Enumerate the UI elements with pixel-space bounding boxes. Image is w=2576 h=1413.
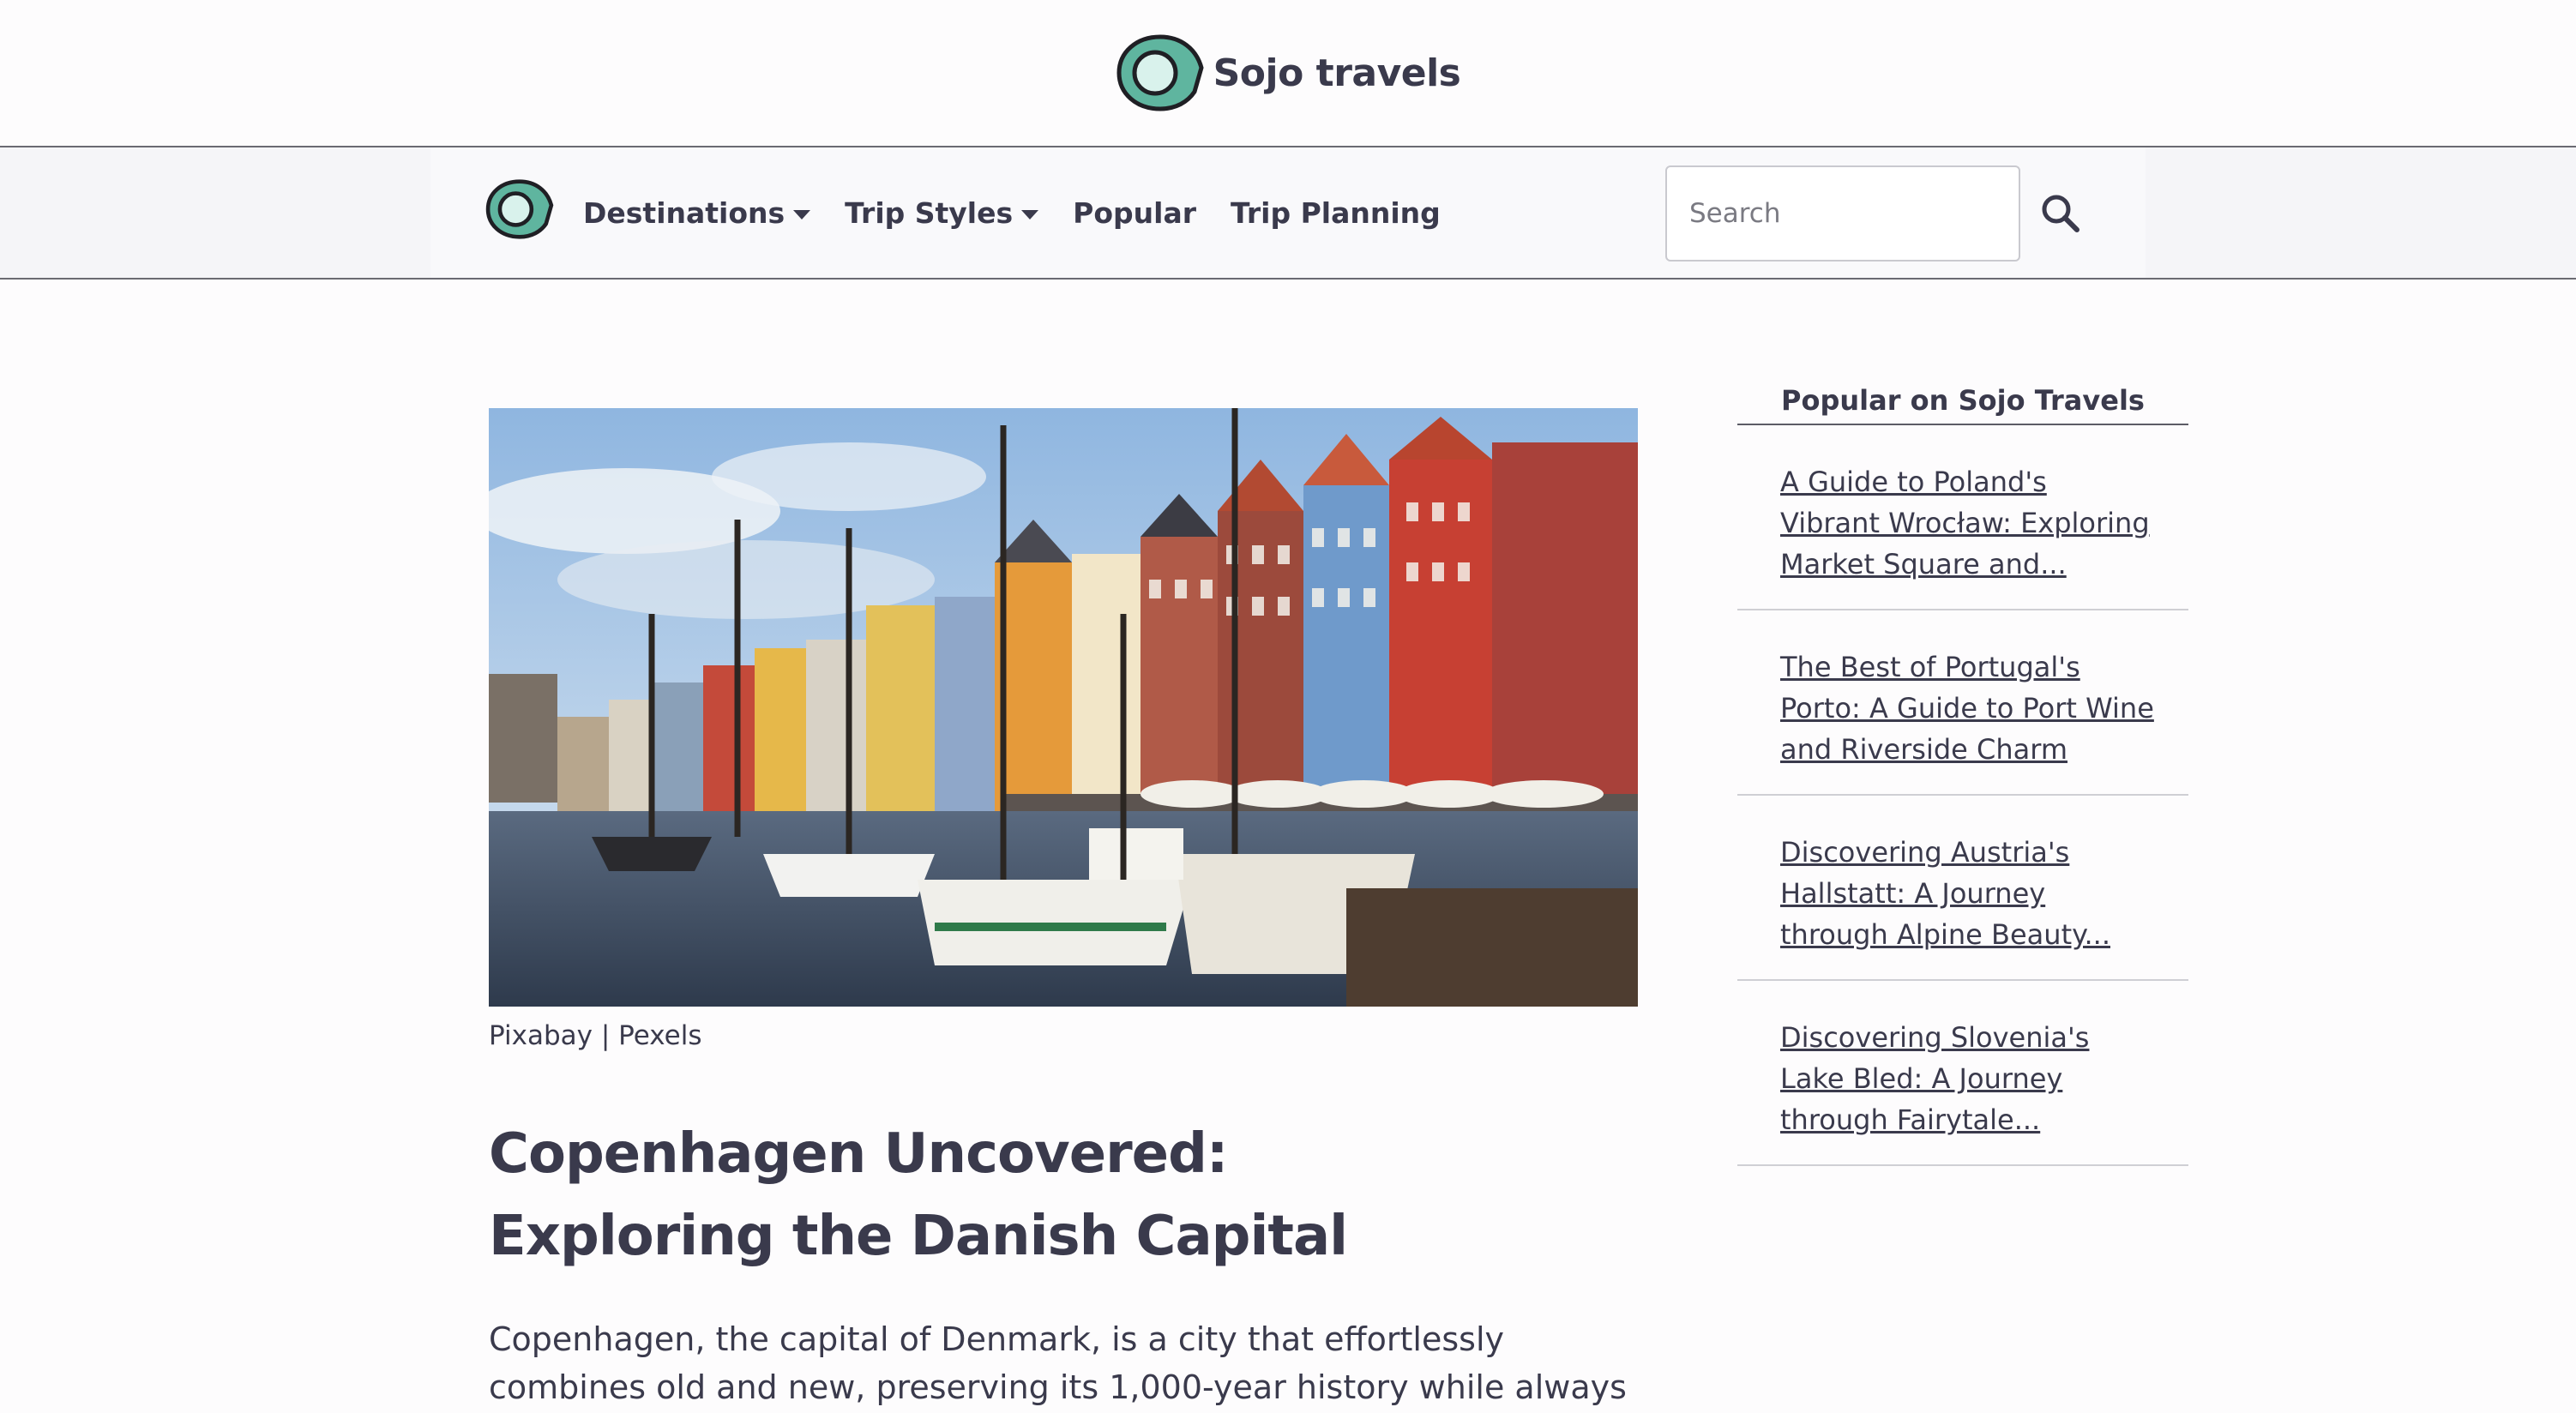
nav-menu: Destinations Trip Styles Popular Trip Pl… bbox=[583, 147, 1441, 278]
link-line: Discovering Slovenia's bbox=[1780, 1021, 2090, 1054]
link-line: through Alpine Beauty... bbox=[1780, 918, 2110, 951]
nav-item-destinations[interactable]: Destinations bbox=[583, 195, 811, 230]
nav-item-label: Destinations bbox=[583, 195, 785, 230]
nav-logo-icon[interactable] bbox=[485, 178, 554, 240]
link-line: The Best of Portugal's bbox=[1780, 651, 2080, 683]
caret-down-icon bbox=[793, 209, 811, 219]
search-icon[interactable] bbox=[2039, 192, 2082, 235]
nav-item-trip-styles[interactable]: Trip Styles bbox=[845, 195, 1039, 230]
sidebar-article-link[interactable]: Discovering Slovenia's Lake Bled: A Jour… bbox=[1780, 1017, 2154, 1140]
nav-item-label: Popular bbox=[1073, 195, 1196, 230]
sojo-logo-icon bbox=[1116, 34, 1204, 111]
link-line: Hallstatt: A Journey bbox=[1780, 877, 2046, 910]
link-line: A Guide to Poland's bbox=[1780, 466, 2047, 498]
nav-item-popular[interactable]: Popular bbox=[1073, 196, 1196, 230]
search-input[interactable] bbox=[1665, 165, 2020, 262]
nav-item-label: Trip Styles bbox=[845, 195, 1014, 230]
brand-link[interactable]: Sojo travels bbox=[1116, 33, 1461, 112]
sidebar-item: A Guide to Poland's Vibrant Wrocław: Exp… bbox=[1737, 425, 2188, 610]
title-line: Copenhagen Uncovered: bbox=[489, 1122, 1228, 1186]
harbor-photo bbox=[489, 408, 1638, 1007]
site-header: Sojo travels bbox=[0, 0, 2576, 147]
sidebar-item: Discovering Slovenia's Lake Bled: A Jour… bbox=[1737, 981, 2188, 1166]
article-lead: Copenhagen, the capital of Denmark, is a… bbox=[489, 1315, 1655, 1411]
sidebar-item: The Best of Portugal's Porto: A Guide to… bbox=[1737, 610, 2188, 796]
link-line: Vibrant Wrocław: Exploring bbox=[1780, 507, 2150, 539]
lead-line: combines old and new, preserving its 1,0… bbox=[489, 1368, 1627, 1406]
link-line: through Fairytale... bbox=[1780, 1103, 2041, 1136]
link-line: Lake Bled: A Journey bbox=[1780, 1062, 2063, 1095]
sidebar-heading: Popular on Sojo Travels bbox=[1737, 384, 2188, 425]
sidebar-item: Discovering Austria's Hallstatt: A Journ… bbox=[1737, 796, 2188, 981]
sidebar-article-link[interactable]: Discovering Austria's Hallstatt: A Journ… bbox=[1780, 832, 2154, 955]
link-line: Porto: A Guide to Port Wine bbox=[1780, 692, 2154, 725]
article-title: Copenhagen Uncovered: Exploring the Dani… bbox=[489, 1113, 1638, 1278]
link-line: and Riverside Charm bbox=[1780, 733, 2068, 766]
navigation-bar: Destinations Trip Styles Popular Trip Pl… bbox=[0, 147, 2576, 280]
caret-down-icon bbox=[1021, 209, 1039, 219]
popular-sidebar: Popular on Sojo Travels A Guide to Polan… bbox=[1737, 384, 2188, 1166]
lead-line: Copenhagen, the capital of Denmark, is a… bbox=[489, 1320, 1504, 1358]
link-line: Market Square and... bbox=[1780, 548, 2067, 580]
nav-item-trip-planning[interactable]: Trip Planning bbox=[1231, 196, 1441, 230]
navigation-inner: Destinations Trip Styles Popular Trip Pl… bbox=[430, 147, 2146, 278]
nav-item-label: Trip Planning bbox=[1230, 195, 1441, 230]
link-line: Discovering Austria's bbox=[1780, 836, 2070, 869]
sidebar-article-link[interactable]: A Guide to Poland's Vibrant Wrocław: Exp… bbox=[1780, 461, 2154, 585]
article-hero-image bbox=[489, 408, 1638, 1007]
title-line: Exploring the Danish Capital bbox=[489, 1205, 1348, 1268]
sidebar-article-link[interactable]: The Best of Portugal's Porto: A Guide to… bbox=[1780, 646, 2154, 770]
image-credit: Pixabay | Pexels bbox=[489, 1020, 702, 1051]
brand-name: Sojo travels bbox=[1213, 51, 1461, 95]
